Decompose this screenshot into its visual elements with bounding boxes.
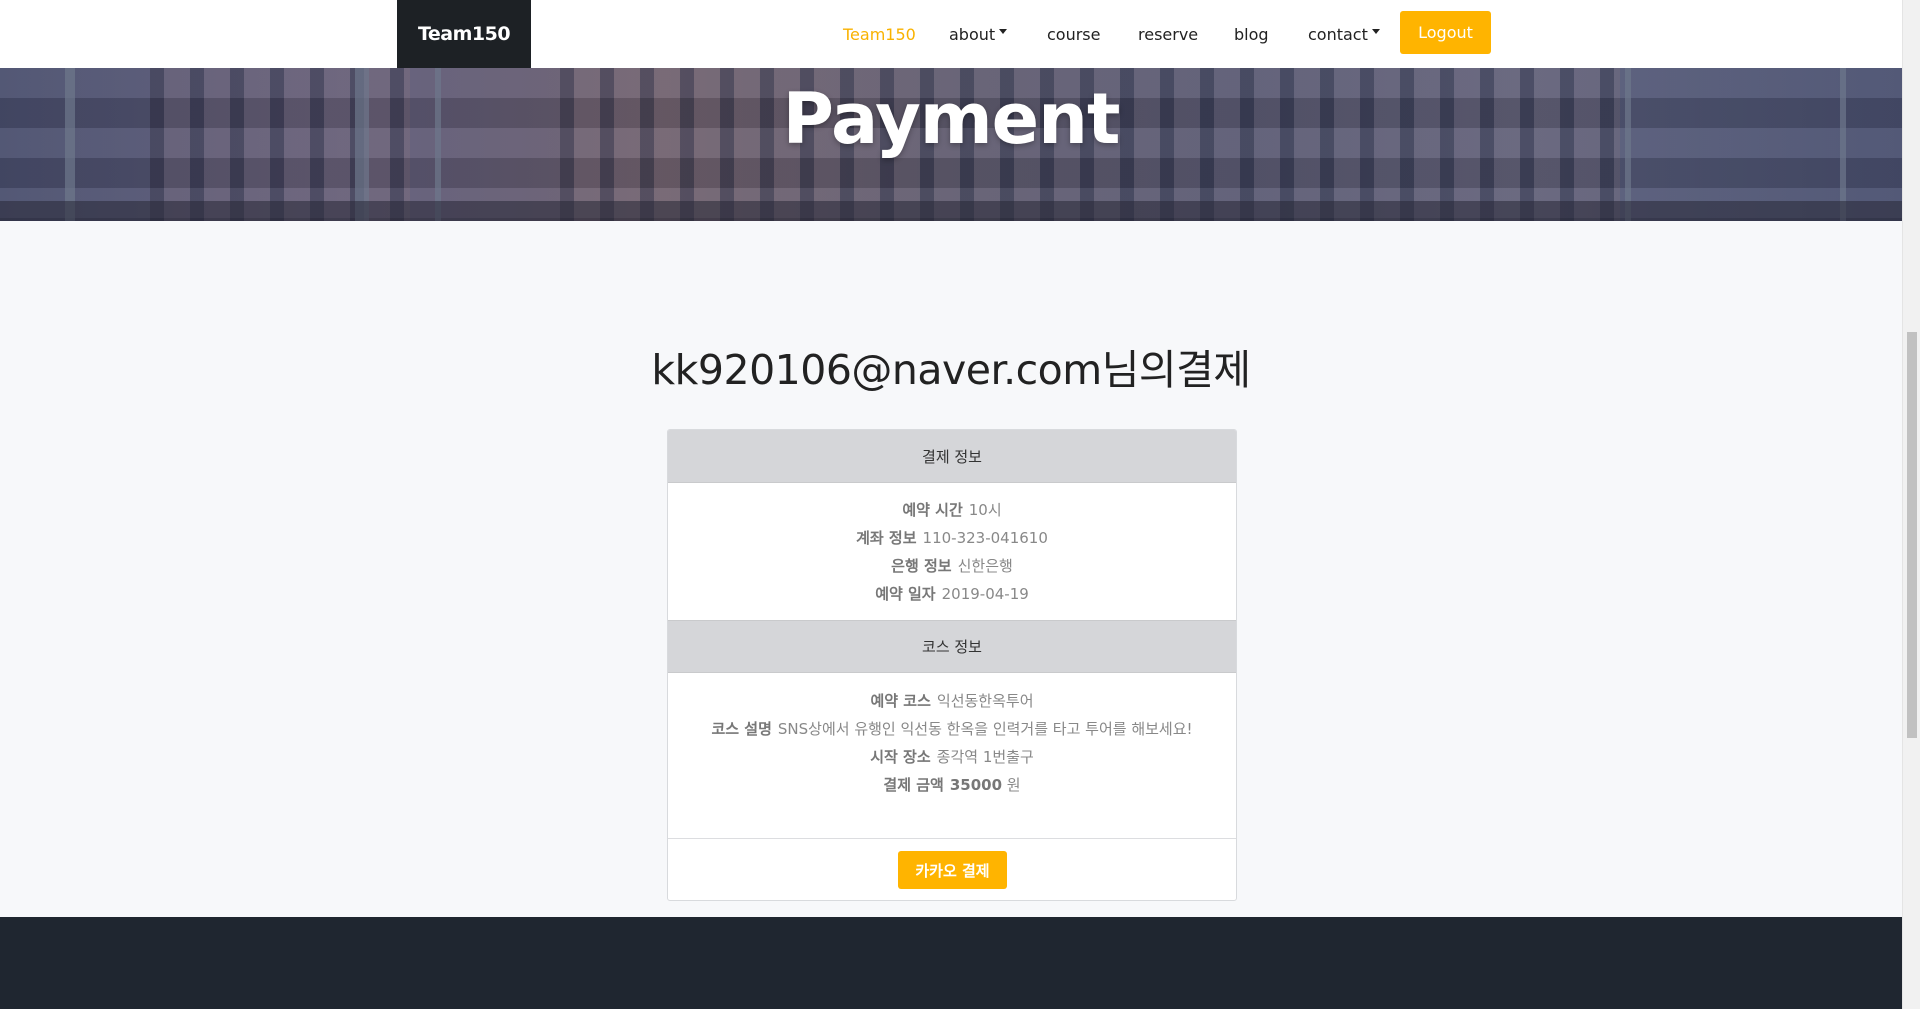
caret-down-icon	[1371, 28, 1380, 34]
nav-item-blog[interactable]: blog	[1234, 0, 1269, 68]
brand-logo[interactable]: Team150	[397, 0, 531, 68]
footer	[0, 917, 1902, 1009]
nav-item-course[interactable]: course	[1047, 0, 1100, 68]
bank-row: 은행 정보 신한은행	[668, 552, 1236, 580]
nav-label: Team150	[843, 24, 916, 44]
nav-item-contact[interactable]: contact	[1308, 0, 1380, 68]
row-label: 시작 장소	[870, 748, 931, 766]
row-value: 110-323-041610	[922, 529, 1048, 547]
scrollbar-thumb[interactable]	[1907, 332, 1917, 738]
nav-label: contact	[1308, 24, 1368, 44]
account-row: 계좌 정보 110-323-041610	[668, 524, 1236, 552]
row-label: 예약 일자	[875, 585, 936, 603]
nav-item-about[interactable]: about	[949, 0, 1008, 68]
payment-card: 결제 정보 예약 시간 10시 계좌 정보 110-323-041610 은행 정보…	[667, 429, 1237, 901]
row-label: 계좌 정보	[856, 529, 917, 547]
row-value: SNS상에서 유행인 익선동 한옥을 인력거를 타고 투어를 해보세요!	[777, 720, 1193, 738]
payment-info-body: 예약 시간 10시 계좌 정보 110-323-041610 은행 정보 신한은행 예…	[668, 496, 1236, 608]
payment-info-header: 결제 정보	[668, 430, 1236, 483]
card-divider	[668, 838, 1236, 839]
course-name-row: 예약 코스 익선동한옥투어	[668, 687, 1236, 715]
kakao-pay-button[interactable]: 카카오 결제	[898, 851, 1007, 889]
caret-down-icon	[999, 28, 1008, 34]
reserve-time-row: 예약 시간 10시	[668, 496, 1236, 524]
amount-value: 35000	[949, 776, 1003, 794]
hero-title: Payment	[782, 78, 1121, 160]
start-place-row: 시작 장소 종각역 1번출구	[668, 743, 1236, 771]
nav-label: blog	[1234, 24, 1269, 44]
course-info-header: 코스 정보	[668, 620, 1236, 673]
hero-banner: Payment	[0, 68, 1902, 221]
row-value: 신한은행	[957, 557, 1013, 575]
row-value: 종각역 1번출구	[936, 748, 1034, 766]
row-value: 익선동한옥투어	[936, 692, 1034, 710]
course-info-body: 예약 코스 익선동한옥투어 코스 설명 SNS상에서 유행인 익선동 한옥을 인력거…	[668, 687, 1236, 799]
row-value: 2019-04-19	[941, 585, 1029, 603]
row-label: 예약 시간	[902, 501, 963, 519]
nav-label: about	[949, 24, 996, 44]
logout-button[interactable]: Logout	[1400, 11, 1491, 54]
payment-heading: kk920106@naver.com님의결제	[651, 346, 1251, 394]
nav-item-reserve[interactable]: reserve	[1138, 0, 1198, 68]
hero-street	[0, 201, 1902, 221]
amount-unit: 원	[1006, 776, 1021, 794]
page-scrollbar[interactable]	[1902, 0, 1920, 1009]
row-value: 10시	[968, 501, 1002, 519]
row-label: 예약 코스	[870, 692, 931, 710]
nav-label: course	[1047, 24, 1101, 44]
nav-item-team150[interactable]: Team150	[843, 0, 916, 68]
amount-row: 결제 금액 35000 원	[668, 771, 1236, 799]
top-navbar: Team150 Team150 about course reserve blo…	[0, 0, 1902, 68]
nav-label: reserve	[1138, 24, 1199, 44]
row-label: 은행 정보	[891, 557, 952, 575]
row-label: 코스 설명	[711, 720, 772, 738]
row-label: 결제 금액	[883, 776, 944, 794]
reserve-date-row: 예약 일자 2019-04-19	[668, 580, 1236, 608]
course-desc-row: 코스 설명 SNS상에서 유행인 익선동 한옥을 인력거를 타고 투어를 해보세요…	[668, 715, 1236, 743]
